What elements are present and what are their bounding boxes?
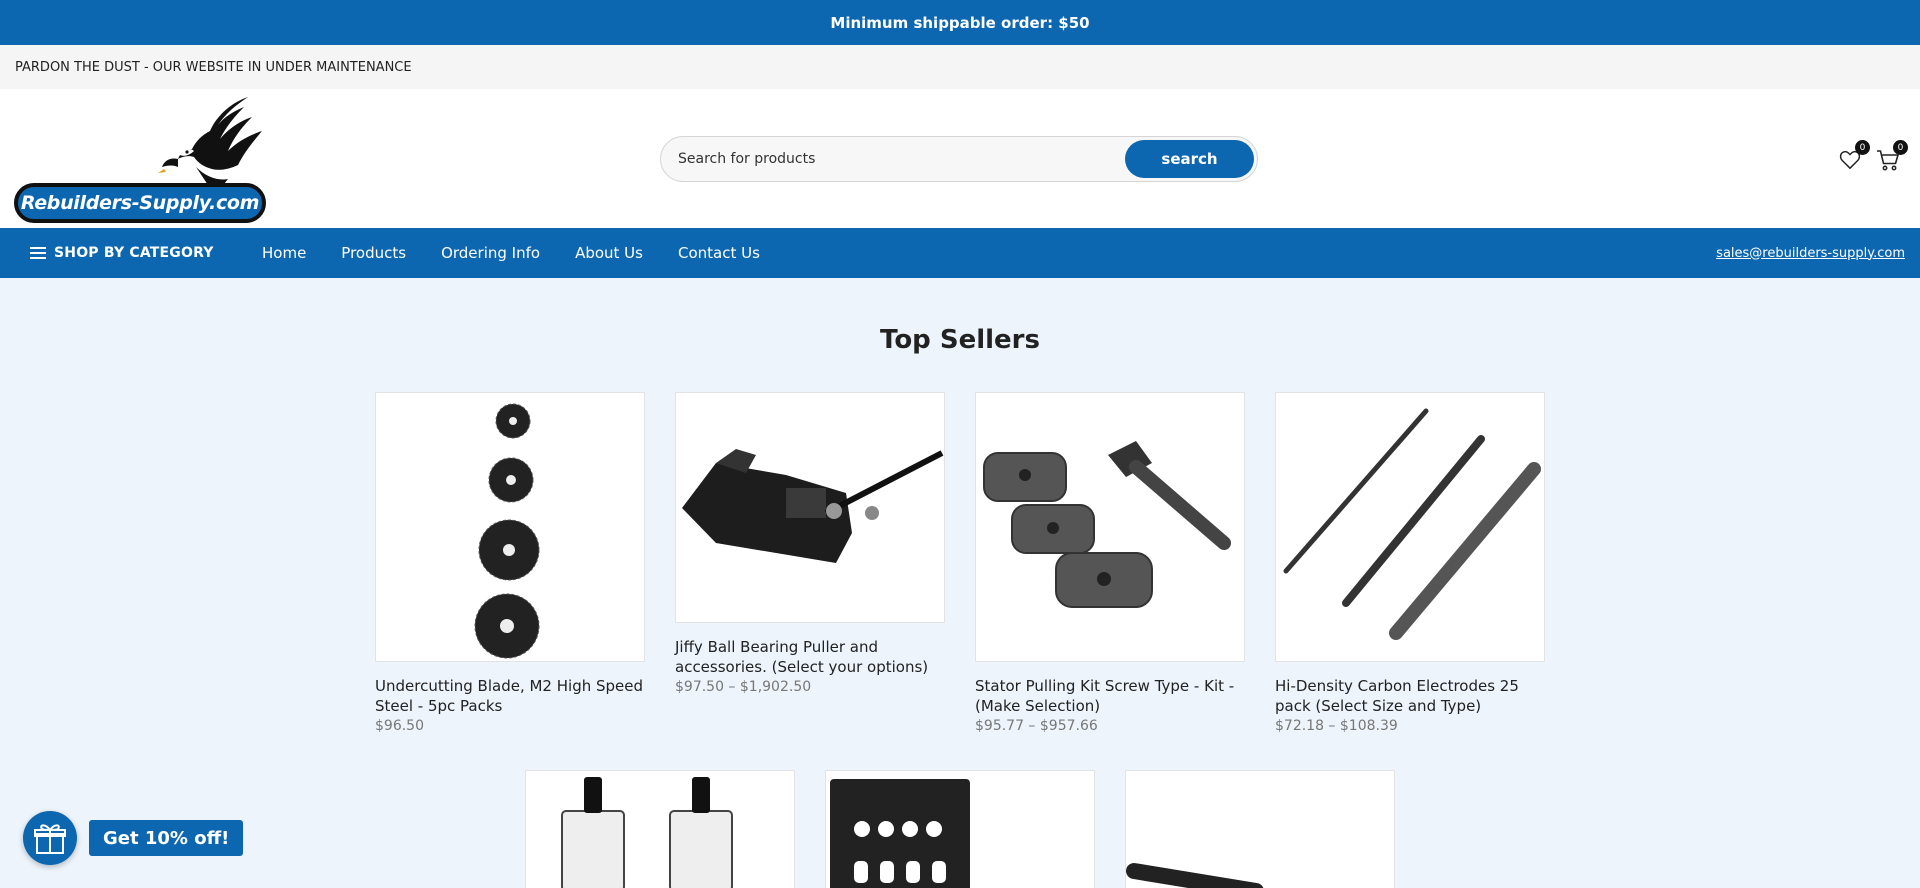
site-header: Rebuilders-Supply.com search 0 0 [0,89,1920,228]
discount-promo-widget[interactable]: Get 10% off! [23,811,244,865]
section-title: Top Sellers [880,325,1040,355]
product-price: $96.50 [375,718,424,734]
product-price: $97.50 – $1,902.50 [675,679,812,695]
product-name[interactable]: Undercutting Blade, M2 High Speed Steel … [375,676,645,716]
product-name[interactable]: Stator Pulling Kit Screw Type - Kit - (M… [975,676,1245,716]
maintenance-notice: PARDON THE DUST - OUR WEBSITE IN UNDER M… [0,45,1920,89]
product-image[interactable] [375,392,645,662]
product-card[interactable]: Stator Pulling Kit Screw Type - Kit - (M… [975,392,1245,734]
product-image[interactable] [975,392,1245,662]
product-image[interactable] [525,770,795,888]
nav-link-home[interactable]: Home [262,244,306,262]
nav-links: Home Products Ordering Info About Us Con… [262,228,795,278]
product-image[interactable] [1275,392,1545,662]
product-card[interactable] [1125,770,1395,888]
product-name[interactable]: Hi-Density Carbon Electrodes 25 pack (Se… [1275,676,1545,716]
wishlist-count-badge: 0 [1855,140,1870,155]
product-image[interactable] [1125,770,1395,888]
shop-by-category-button[interactable]: SHOP BY CATEGORY [30,228,214,278]
cart-count-badge: 0 [1893,140,1908,155]
nav-link-products[interactable]: Products [341,244,406,262]
main-nav: SHOP BY CATEGORY Home Products Ordering … [0,228,1920,278]
product-image[interactable] [825,770,1095,888]
announcement-text: Minimum shippable order: $50 [830,13,1090,32]
product-card[interactable]: Undercutting Blade, M2 High Speed Steel … [375,392,645,734]
gift-icon [34,824,66,854]
product-price: $95.77 – $957.66 [975,718,1098,734]
nav-link-contact-us[interactable]: Contact Us [678,244,760,262]
product-card[interactable] [825,770,1095,888]
email-link[interactable]: sales@rebuilders-supply.com [1716,228,1905,278]
product-card[interactable]: Hi-Density Carbon Electrodes 25 pack (Se… [1275,392,1545,734]
wishlist-button[interactable]: 0 [1836,140,1870,174]
site-logo[interactable]: Rebuilders-Supply.com [14,95,266,223]
product-price: $72.18 – $108.39 [1275,718,1398,734]
product-card[interactable] [525,770,795,888]
nav-link-about-us[interactable]: About Us [575,244,643,262]
search-button[interactable]: search [1125,140,1254,178]
shop-by-category-label: SHOP BY CATEGORY [54,245,214,261]
product-name[interactable]: Jiffy Ball Bearing Puller and accessorie… [675,637,945,677]
search-bar: search [660,136,1258,182]
product-card[interactable]: Jiffy Ball Bearing Puller and accessorie… [675,392,945,695]
menu-icon [30,244,46,262]
promo-label[interactable]: Get 10% off! [89,820,244,856]
announcement-bar: Minimum shippable order: $50 [0,0,1920,45]
maintenance-text: PARDON THE DUST - OUR WEBSITE IN UNDER M… [15,59,412,75]
product-image[interactable] [675,392,945,623]
nav-link-ordering-info[interactable]: Ordering Info [441,244,540,262]
logo-wordmark: Rebuilders-Supply.com [14,183,266,223]
search-input[interactable] [661,137,1125,181]
eagle-logo-icon [158,97,262,189]
cart-button[interactable]: 0 [1874,140,1908,174]
gift-button[interactable] [23,811,77,865]
